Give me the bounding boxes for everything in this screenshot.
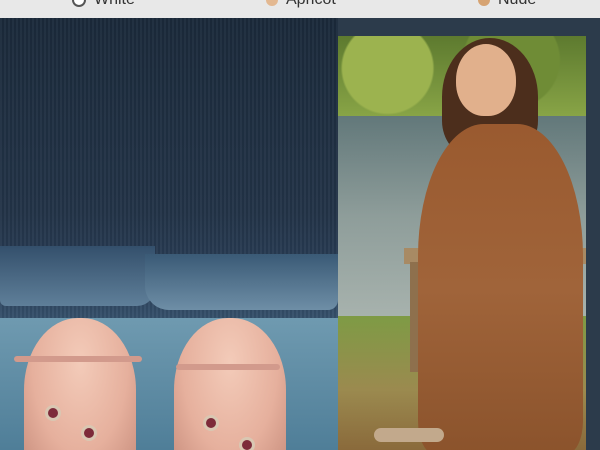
white-swatch-dot-icon — [72, 0, 86, 7]
apricot-swatch-dot-icon — [266, 0, 278, 6]
shoe-strap-right — [176, 364, 280, 370]
lifestyle-photo — [338, 36, 586, 450]
swatch-label: Apricot — [286, 0, 336, 9]
shoe-strap-left — [14, 356, 142, 362]
swatch-label: White — [94, 0, 135, 9]
model-shoe — [374, 428, 444, 442]
embroidery-flower-icon — [206, 418, 216, 428]
swatch-nude[interactable]: Nude — [478, 0, 536, 9]
shoe-left — [24, 318, 136, 450]
embroidery-flower-icon — [84, 428, 94, 438]
nude-swatch-dot-icon — [478, 0, 490, 6]
swatch-apricot[interactable]: Apricot — [266, 0, 336, 9]
model-dress — [418, 124, 583, 450]
embroidery-flower-icon — [242, 440, 252, 450]
embroidery-flower-icon — [48, 408, 58, 418]
jeans-cuff-left — [0, 246, 155, 306]
shoe-right — [174, 318, 286, 450]
swatch-label: Nude — [498, 0, 536, 9]
model-head — [456, 44, 516, 116]
jeans-cuff-right — [145, 254, 338, 310]
color-swatch-bar: White Apricot Nude — [0, 0, 600, 18]
swatch-white[interactable]: White — [72, 0, 135, 9]
